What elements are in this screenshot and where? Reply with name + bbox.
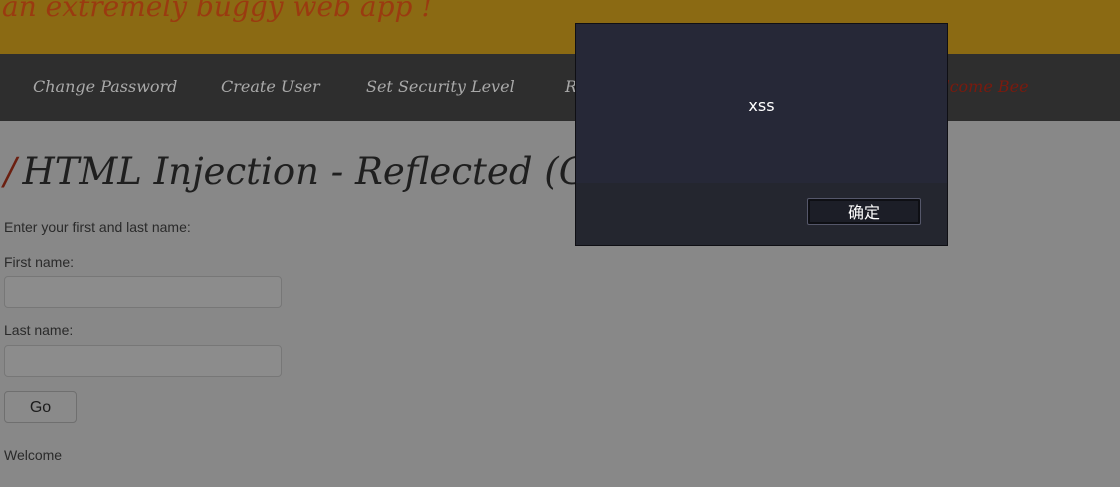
- menu-item-change-password[interactable]: Change Password: [33, 77, 177, 96]
- ok-button[interactable]: 确定: [807, 198, 921, 225]
- welcome-text: Welcome: [4, 447, 63, 463]
- title-text: HTML Injection - Reflected (GE: [22, 150, 616, 193]
- menu-item-set-security-level[interactable]: Set Security Level: [366, 77, 515, 96]
- tagline: an extremely buggy web app !: [2, 0, 433, 23]
- alert-footer: 确定: [576, 183, 947, 245]
- last-name-input[interactable]: [4, 345, 282, 377]
- welcome-user-label: elcome Bee: [935, 77, 1029, 96]
- first-name-input[interactable]: [4, 276, 282, 308]
- go-button[interactable]: Go: [4, 391, 77, 423]
- title-slash: /: [4, 150, 17, 193]
- header-band: an extremely buggy web app !: [0, 0, 1120, 54]
- alert-dialog: xss 确定: [575, 23, 948, 246]
- menu-bar: Change Password Create User Set Security…: [0, 54, 1120, 121]
- page-title: / HTML Injection - Reflected (GE: [4, 150, 615, 193]
- last-name-label: Last name:: [4, 322, 74, 338]
- page: an extremely buggy web app ! Change Pass…: [0, 0, 1120, 487]
- menu-item-create-user[interactable]: Create User: [221, 77, 320, 96]
- instructions-text: Enter your first and last name:: [4, 219, 191, 235]
- alert-message: xss: [748, 96, 775, 115]
- first-name-label: First name:: [4, 254, 75, 270]
